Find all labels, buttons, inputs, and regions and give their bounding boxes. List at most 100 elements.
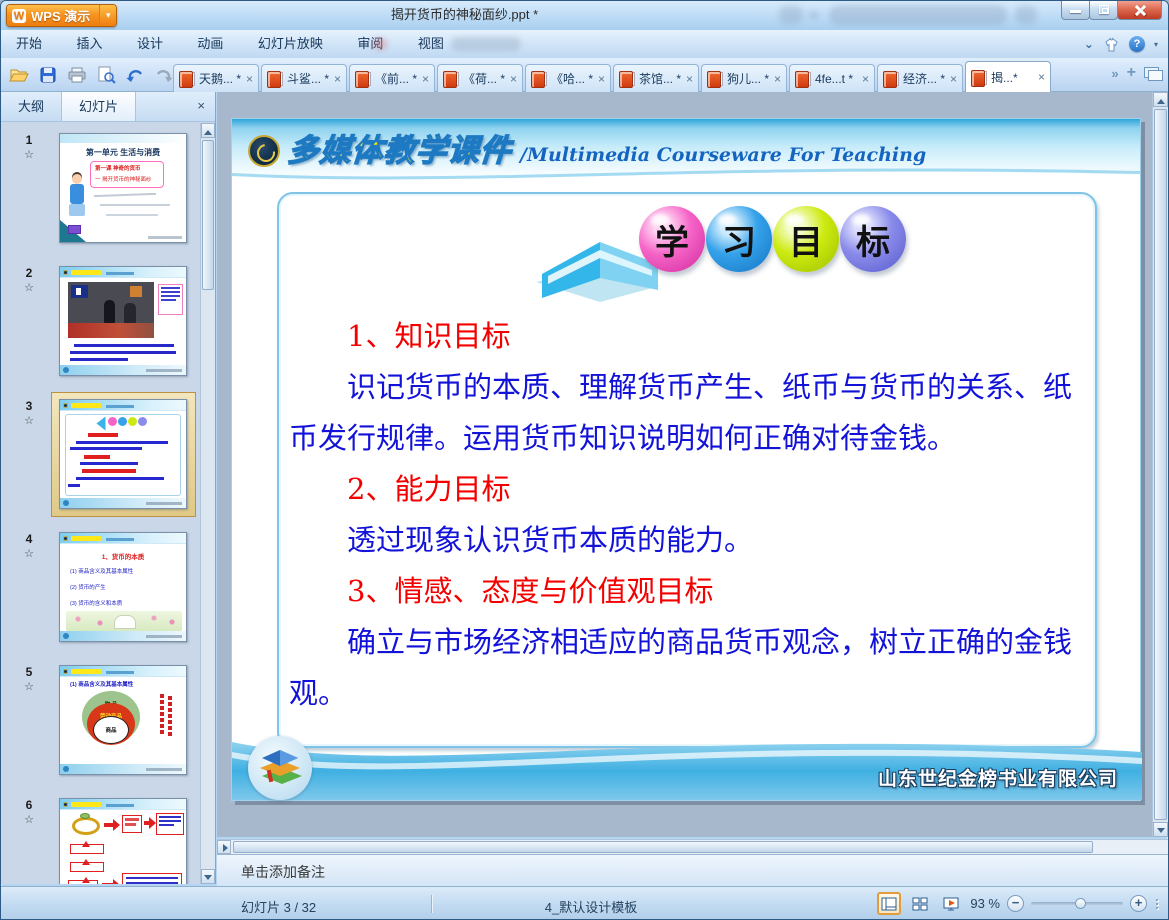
status-divider	[431, 895, 432, 913]
slide-thumbnail-3-selected[interactable]: 3 ☆	[1, 392, 200, 525]
slide-thumbnail-1[interactable]: 1 ☆ 第一单元 生活与消费 第一课 神奇的货币 一 揭开货币的神秘面纱	[1, 129, 200, 259]
save-floppy-icon	[40, 67, 56, 82]
arrow-down-icon	[204, 875, 212, 884]
notes-pane[interactable]: 单击添加备注	[217, 854, 1168, 886]
new-tab-button[interactable]: +	[1127, 64, 1136, 82]
zoom-out-button[interactable]: −	[1007, 895, 1024, 912]
slide-body-textbox[interactable]: 1、知识目标 识记货币的本质、理解货币产生、纸币与货币的关系、纸币发行规律。运用…	[289, 311, 1085, 719]
ppt-file-icon	[619, 71, 635, 88]
minimize-button[interactable]	[1061, 1, 1090, 20]
horizontal-scrollbar-thumb[interactable]	[233, 841, 1093, 853]
help-icon[interactable]: ?	[1128, 36, 1145, 52]
help-dropdown-icon[interactable]: ▾	[1154, 40, 1158, 49]
open-button[interactable]	[7, 62, 31, 88]
panel-tab-slides[interactable]: 幻灯片	[61, 92, 137, 121]
save-button[interactable]	[36, 62, 60, 88]
normal-view-button[interactable]	[877, 892, 902, 915]
slide-canvas[interactable]: 多媒体教学课件 /Multimedia Courseware For Teach…	[217, 92, 1168, 837]
current-slide[interactable]: 多媒体教学课件 /Multimedia Courseware For Teach…	[231, 118, 1142, 801]
menu-insert[interactable]: 插入	[61, 30, 117, 58]
doc-tab[interactable]: 天鹅... * ×	[173, 64, 259, 92]
animation-star-icon: ☆	[24, 814, 34, 826]
close-icon	[1134, 4, 1146, 16]
menubar-right-controls: ⌄ ? ▾	[1084, 30, 1158, 58]
titlebar: W WPS 演示 ▾ 揭开货币的神秘面纱.ppt *	[1, 1, 1168, 30]
menu-slideshow[interactable]: 幻灯片放映	[243, 30, 338, 58]
scroll-down-button[interactable]	[1153, 822, 1168, 837]
document-tabs: 天鹅... * × 斗鲨... * × 《前... * × 《荷... * × …	[173, 58, 1053, 92]
tab-close-icon[interactable]: ×	[422, 73, 429, 85]
doc-tab[interactable]: 狗儿... * ×	[701, 64, 787, 92]
slide-6-preview[interactable]	[59, 798, 187, 884]
menu-animation[interactable]: 动画	[182, 30, 238, 58]
menu-review[interactable]: 审阅	[342, 30, 398, 58]
tab-list-button[interactable]	[1144, 66, 1163, 81]
zoom-slider[interactable]	[1031, 897, 1123, 909]
open-folder-icon	[9, 69, 29, 81]
tab-close-icon[interactable]: ×	[598, 73, 605, 85]
slide-1-preview[interactable]: 第一单元 生活与消费 第一课 神奇的货币 一 揭开货币的神秘面纱	[59, 133, 187, 243]
collapse-ribbon-icon[interactable]: ⌄	[1084, 37, 1094, 51]
panel-scrollbar[interactable]	[200, 123, 215, 884]
tab-close-icon[interactable]: ×	[1038, 71, 1045, 83]
horizontal-scrollbar[interactable]	[217, 839, 1168, 854]
slide-2-preview[interactable]	[59, 266, 187, 376]
panel-scroll-down-button[interactable]	[201, 869, 215, 884]
slide-sorter-view-button[interactable]	[908, 892, 932, 915]
print-preview-button[interactable]	[94, 62, 118, 88]
slide-thumbnail-2[interactable]: 2 ☆	[1, 262, 200, 392]
slide-5-preview[interactable]: (1) 商品含义及其基本属性 物 品 劳动产品 商品	[59, 665, 187, 775]
thumb-header-band	[60, 267, 186, 278]
zoom-slider-thumb[interactable]	[1075, 897, 1086, 909]
print-button[interactable]	[65, 62, 89, 88]
tab-close-icon[interactable]: ×	[950, 73, 957, 85]
tab-close-icon[interactable]: ×	[246, 73, 253, 85]
scroll-up-button[interactable]	[1153, 92, 1168, 107]
doc-tab[interactable]: 《荷... * ×	[437, 64, 523, 92]
slide-thumbnail-4[interactable]: 4 ☆ 1、货币的本质 (1) 商品含义及其基本属性 (2) 货币的产生 (3)…	[1, 528, 200, 658]
tab-close-icon[interactable]: ×	[774, 73, 781, 85]
skin-shirt-icon[interactable]	[1103, 36, 1120, 52]
panel-close-icon[interactable]: ×	[187, 92, 215, 121]
slideshow-button[interactable]	[939, 892, 963, 915]
restore-icon	[1098, 5, 1109, 14]
doc-tab[interactable]: 茶馆... * ×	[613, 64, 699, 92]
panel-scrollbar-thumb[interactable]	[202, 140, 214, 290]
wps-app-menu-dropdown[interactable]: ▾	[99, 5, 117, 26]
ppt-file-icon	[707, 71, 723, 88]
zoom-in-button[interactable]: +	[1130, 895, 1147, 912]
doc-tab[interactable]: 斗鲨... * ×	[261, 64, 347, 92]
wps-app-menu-button[interactable]: W WPS 演示 ▾	[6, 4, 118, 27]
ppt-file-icon	[531, 71, 547, 88]
goal-body-2: 透过现象认识货币本质的能力。	[347, 523, 754, 557]
slide-thumbnail-6[interactable]: 6 ☆	[1, 794, 200, 884]
doc-tab-active[interactable]: 揭...* ×	[965, 61, 1051, 92]
menu-home[interactable]: 开始	[1, 30, 57, 58]
slide-sorter-icon	[912, 897, 928, 910]
redacted-blur	[779, 6, 803, 24]
slide-panel: 大纲 幻灯片 × 1 ☆ 第一单元 生活与消费 第一课 神奇的货币 一 揭开货币…	[1, 92, 216, 884]
scroll-right-button[interactable]	[217, 840, 231, 854]
vertical-scrollbar[interactable]	[1152, 92, 1168, 837]
vertical-scrollbar-thumb[interactable]	[1154, 109, 1167, 820]
tab-close-icon[interactable]: ×	[686, 73, 693, 85]
panel-scroll-up-button[interactable]	[201, 123, 215, 138]
restore-button[interactable]	[1089, 1, 1118, 20]
doc-tab[interactable]: 《哈... * ×	[525, 64, 611, 92]
panel-tab-outline[interactable]: 大纲	[1, 92, 61, 121]
tab-close-icon[interactable]: ×	[510, 73, 517, 85]
slide-thumbnail-5[interactable]: 5 ☆ (1) 商品含义及其基本属性 物 品 劳动产品 商品	[1, 661, 200, 791]
slide-3-preview[interactable]	[59, 399, 187, 509]
books-logo-icon	[248, 736, 312, 800]
undo-button[interactable]	[123, 62, 147, 88]
tab-close-icon[interactable]: ×	[334, 73, 341, 85]
doc-tab[interactable]: 经济... * ×	[877, 64, 963, 92]
slide-4-preview[interactable]: 1、货币的本质 (1) 商品含义及其基本属性 (2) 货币的产生 (3) 货币的…	[59, 532, 187, 642]
arrow-up-icon	[1156, 95, 1165, 104]
tab-close-icon[interactable]: ×	[862, 73, 869, 85]
doc-tab[interactable]: 《前... * ×	[349, 64, 435, 92]
menu-design[interactable]: 设计	[122, 30, 178, 58]
close-button[interactable]	[1117, 1, 1162, 20]
tab-scroll-right-icon[interactable]: »	[1111, 66, 1118, 81]
doc-tab[interactable]: 4fe...t * ×	[789, 64, 875, 92]
